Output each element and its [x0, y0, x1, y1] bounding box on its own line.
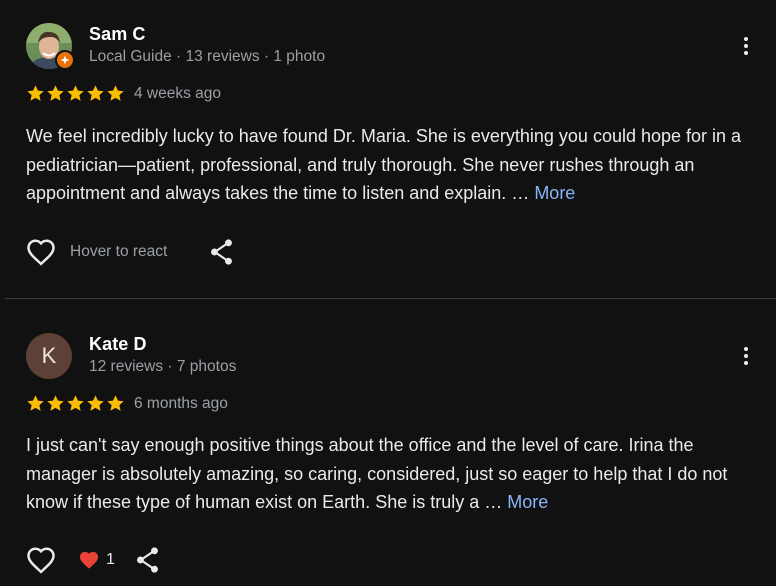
reviewer-meta: Local Guide · 13 reviews · 1 photo [89, 48, 326, 65]
star-icon [66, 84, 85, 103]
star-icon [26, 84, 45, 103]
share-icon [136, 547, 158, 573]
more-vert-icon[interactable] [735, 32, 757, 60]
more-link[interactable]: More [507, 492, 548, 512]
star-icon [86, 84, 105, 103]
share-button[interactable] [209, 238, 235, 266]
more-vert-icon[interactable] [735, 342, 757, 370]
reviewer-name[interactable]: Kate D [89, 334, 147, 355]
heart-filled-icon [79, 551, 99, 569]
star-icon [46, 84, 65, 103]
star-rating [26, 84, 125, 103]
review-text: I just can't say enough positive things … [26, 431, 766, 517]
star-icon [86, 394, 105, 413]
reaction-count[interactable]: 1 [78, 550, 115, 570]
review-text-content: I just can't say enough positive things … [26, 435, 728, 512]
review-actions: 1 [26, 546, 161, 574]
star-icon [26, 394, 45, 413]
avatar[interactable]: K [26, 333, 72, 379]
star-rating [26, 394, 125, 413]
hover-to-react-label: Hover to react [70, 243, 168, 260]
review-date: 6 months ago [134, 394, 228, 412]
review-date: 4 weeks ago [134, 84, 222, 102]
heart-outline-icon [27, 239, 55, 266]
review-text-content: We feel incredibly lucky to have found D… [26, 126, 742, 203]
review-divider [5, 298, 776, 299]
review-text: We feel incredibly lucky to have found D… [26, 122, 766, 208]
star-icon [106, 84, 125, 103]
more-link[interactable]: More [534, 183, 575, 203]
reaction-count-number: 1 [106, 551, 115, 568]
local-guide-badge-icon [55, 50, 75, 70]
reviewer-meta: 12 reviews · 7 photos [89, 358, 237, 375]
review-actions: Hover to react [26, 238, 235, 266]
avatar-letter: K [41, 343, 57, 368]
heart-outline-icon [27, 547, 55, 574]
star-icon [106, 394, 125, 413]
react-button[interactable]: Hover to react [26, 238, 167, 266]
star-icon [46, 394, 65, 413]
reviewer-name[interactable]: Sam C [89, 24, 146, 45]
star-icon [66, 394, 85, 413]
rating-row: 6 months ago [26, 394, 228, 413]
rating-row: 4 weeks ago [26, 84, 221, 103]
share-button[interactable] [135, 546, 161, 574]
share-icon [211, 239, 233, 265]
review-card: Sam C Local Guide · 13 reviews · 1 photo… [0, 0, 776, 298]
react-button[interactable] [26, 546, 56, 574]
